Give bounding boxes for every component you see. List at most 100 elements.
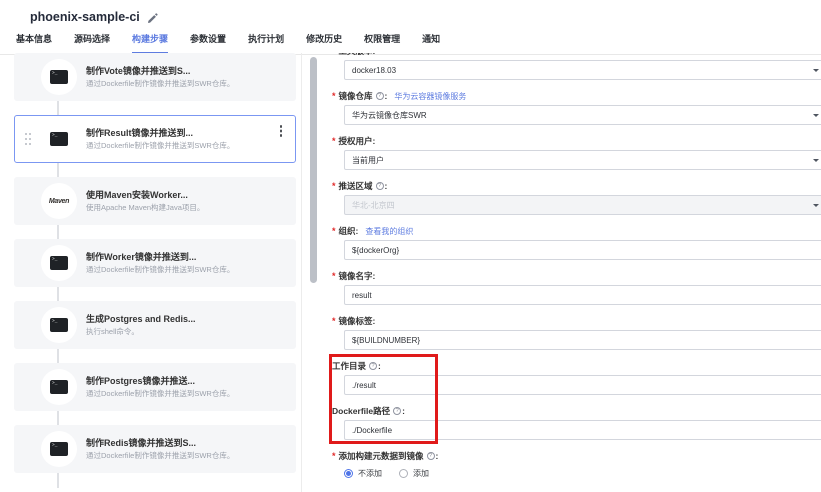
radio-no-add[interactable] bbox=[344, 469, 353, 478]
step-icon-circle: >_ bbox=[41, 369, 77, 405]
step-title: 使用Maven安装Worker... bbox=[86, 190, 204, 201]
required-mark: * bbox=[332, 181, 336, 191]
terminal-icon: >_ bbox=[50, 380, 68, 394]
required-mark: * bbox=[332, 91, 336, 101]
required-mark: * bbox=[332, 271, 336, 281]
radio-add-label[interactable]: 添加 bbox=[413, 468, 429, 479]
build-steps-panel: >_ 制作Vote镜像并推送到S... 通过Dockerfile制作镜像并推送到… bbox=[0, 53, 302, 492]
field-label: 组织 bbox=[339, 225, 356, 237]
tab-parameter-settings[interactable]: 参数设置 bbox=[190, 32, 226, 54]
dockerfile-path-input[interactable]: ./Dockerfile bbox=[344, 420, 821, 440]
tab-basic-info[interactable]: 基本信息 bbox=[16, 32, 52, 54]
step-card-result-image[interactable]: >_ 制作Result镜像并推送到... 通过Dockerfile制作镜像并推送… bbox=[14, 115, 296, 163]
step-icon-circle: >_ bbox=[41, 245, 77, 281]
tab-build-steps[interactable]: 构建步骤 bbox=[132, 32, 168, 54]
step-subtitle: 通过Dockerfile制作镜像并推送到SWR仓库。 bbox=[86, 389, 234, 398]
step-title: 制作Vote镜像并推送到S... bbox=[86, 66, 234, 77]
tab-change-history[interactable]: 修改历史 bbox=[306, 32, 342, 54]
step-icon-circle: >_ bbox=[41, 121, 77, 157]
organization-input[interactable]: ${dockerOrg} bbox=[344, 240, 821, 260]
field-label: 镜像仓库 bbox=[339, 90, 373, 102]
chevron-down-icon bbox=[813, 69, 819, 72]
field-label: 镜像名字 bbox=[339, 270, 373, 282]
step-subtitle: 通过Dockerfile制作镜像并推送到SWR仓库。 bbox=[86, 451, 234, 460]
help-icon[interactable]: ? bbox=[393, 407, 401, 415]
auth-user-select[interactable]: 当前用户 bbox=[344, 150, 821, 170]
field-tool-version: * 工具版本 : docker18.03 bbox=[332, 53, 821, 80]
step-config-form: * 工具版本 : docker18.03 * 镜像仓库 ? : 华为云容器镜像服… bbox=[332, 53, 821, 492]
step-subtitle: 使用Apache Maven构建Java项目。 bbox=[86, 203, 204, 212]
work-dir-input[interactable]: ./result bbox=[344, 375, 821, 395]
edit-icon[interactable] bbox=[147, 11, 158, 22]
form-scrollbar[interactable] bbox=[310, 57, 317, 283]
field-label: 工作目录 bbox=[332, 360, 366, 372]
image-tag-input[interactable]: ${BUILDNUMBER} bbox=[344, 330, 821, 350]
field-label: Dockerfile路径 bbox=[332, 405, 390, 417]
tab-permission-management[interactable]: 权限管理 bbox=[364, 32, 400, 54]
required-mark: * bbox=[332, 226, 336, 236]
step-icon-circle: Maven bbox=[41, 183, 77, 219]
field-work-dir: 工作目录 ? : ./result bbox=[332, 361, 821, 395]
field-label: 工具版本 bbox=[339, 53, 373, 57]
swr-service-link[interactable]: 华为云容器镜像服务 bbox=[394, 91, 466, 102]
help-icon[interactable]: ? bbox=[376, 182, 384, 190]
field-label: 镜像标签 bbox=[339, 315, 373, 327]
view-my-organization-link[interactable]: 查看我的组织 bbox=[365, 226, 413, 237]
step-icon-circle: >_ bbox=[41, 431, 77, 467]
field-label: 授权用户 bbox=[339, 135, 373, 147]
field-label: 添加构建元数据到镜像 bbox=[339, 450, 424, 462]
step-card-redis-image[interactable]: >_ 制作Redis镜像并推送到S... 通过Dockerfile制作镜像并推送… bbox=[14, 425, 296, 473]
help-icon[interactable]: ? bbox=[369, 362, 377, 370]
field-image-tag: * 镜像标签 : ${BUILDNUMBER} bbox=[332, 316, 821, 350]
field-auth-user: * 授权用户 : 当前用户 bbox=[332, 136, 821, 170]
field-organization: * 组织 : 查看我的组织 ${dockerOrg} bbox=[332, 226, 821, 260]
tab-bar: 基本信息 源码选择 构建步骤 参数设置 执行计划 修改历史 权限管理 通知 bbox=[0, 24, 821, 55]
terminal-icon: >_ bbox=[50, 70, 68, 84]
field-image-repo: * 镜像仓库 ? : 华为云容器镜像服务 华为云镜像仓库SWR bbox=[332, 91, 821, 125]
field-image-name: * 镜像名字 : result bbox=[332, 271, 821, 305]
help-icon[interactable]: ? bbox=[376, 92, 384, 100]
step-title: 制作Postgres镜像并推送... bbox=[86, 376, 234, 387]
step-subtitle: 通过Dockerfile制作镜像并推送到SWR仓库。 bbox=[86, 141, 234, 150]
step-title: 制作Result镜像并推送到... bbox=[86, 128, 234, 139]
page-title: phoenix-sample-ci bbox=[30, 10, 140, 24]
step-icon-circle: >_ bbox=[41, 307, 77, 343]
field-add-metadata: * 添加构建元数据到镜像 ? : 不添加 添加 bbox=[332, 451, 821, 479]
required-mark: * bbox=[332, 451, 336, 461]
tab-notifications[interactable]: 通知 bbox=[422, 32, 440, 54]
step-subtitle: 通过Dockerfile制作镜像并推送到SWR仓库。 bbox=[86, 79, 234, 88]
terminal-icon: >_ bbox=[50, 442, 68, 456]
required-mark: * bbox=[332, 53, 336, 56]
step-card-maven-worker[interactable]: Maven 使用Maven安装Worker... 使用Apache Maven构… bbox=[14, 177, 296, 225]
radio-add[interactable] bbox=[399, 469, 408, 478]
step-icon-circle: >_ bbox=[41, 59, 77, 95]
radio-no-add-label[interactable]: 不添加 bbox=[358, 468, 382, 479]
main-area: >_ 制作Vote镜像并推送到S... 通过Dockerfile制作镜像并推送到… bbox=[0, 53, 821, 492]
step-card-vote-image[interactable]: >_ 制作Vote镜像并推送到S... 通过Dockerfile制作镜像并推送到… bbox=[14, 53, 296, 101]
step-card-generate-postgres-redis[interactable]: >_ 生成Postgres and Redis... 执行shell命令。 bbox=[14, 301, 296, 349]
kebab-menu-icon[interactable] bbox=[280, 125, 283, 128]
tab-source-select[interactable]: 源码选择 bbox=[74, 32, 110, 54]
step-card-worker-image[interactable]: >_ 制作Worker镜像并推送到... 通过Dockerfile制作镜像并推送… bbox=[14, 239, 296, 287]
chevron-down-icon bbox=[813, 159, 819, 162]
step-subtitle: 执行shell命令。 bbox=[86, 327, 196, 336]
maven-icon: Maven bbox=[49, 198, 69, 205]
page-header: phoenix-sample-ci bbox=[0, 0, 821, 24]
tab-execution-plan[interactable]: 执行计划 bbox=[248, 32, 284, 54]
terminal-icon: >_ bbox=[50, 318, 68, 332]
chevron-down-icon bbox=[813, 114, 819, 117]
terminal-icon: >_ bbox=[50, 132, 68, 146]
image-repo-select[interactable]: 华为云镜像仓库SWR bbox=[344, 105, 821, 125]
step-title: 制作Redis镜像并推送到S... bbox=[86, 438, 234, 449]
chevron-down-icon bbox=[813, 204, 819, 207]
help-icon[interactable]: ? bbox=[427, 452, 435, 460]
tool-version-select[interactable]: docker18.03 bbox=[344, 60, 821, 80]
image-name-input[interactable]: result bbox=[344, 285, 821, 305]
step-title: 制作Worker镜像并推送到... bbox=[86, 252, 234, 263]
drag-handle-icon[interactable] bbox=[25, 133, 27, 135]
field-dockerfile-path: Dockerfile路径 ? : ./Dockerfile bbox=[332, 406, 821, 440]
step-card-postgres-image[interactable]: >_ 制作Postgres镜像并推送... 通过Dockerfile制作镜像并推… bbox=[14, 363, 296, 411]
push-region-select: 华北-北京四 bbox=[344, 195, 821, 215]
required-mark: * bbox=[332, 136, 336, 146]
field-label: 推送区域 bbox=[339, 180, 373, 192]
